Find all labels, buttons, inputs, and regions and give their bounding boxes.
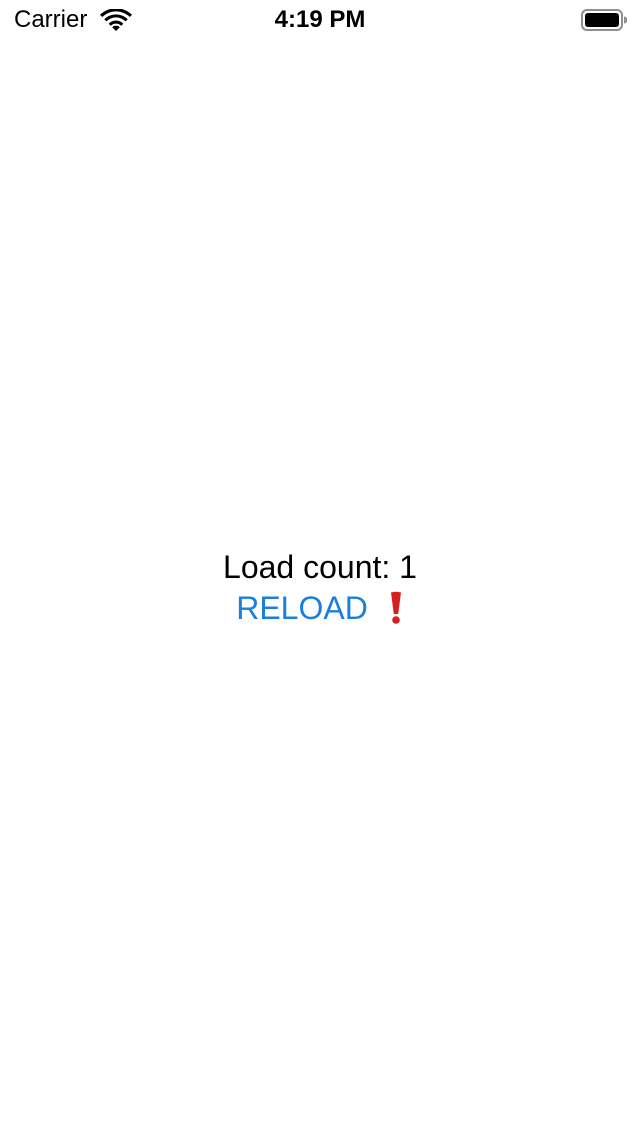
battery-icon [581,9,627,31]
reload-row: RELOAD [236,587,404,629]
content-center: Load count: 1 RELOAD [0,547,640,629]
load-count-label: Load count: 1 [223,549,417,585]
status-time: 4:19 PM [274,6,366,33]
exclamation-icon [390,591,401,624]
status-bar: Carrier 4:19 PM [0,0,640,40]
reload-button[interactable]: RELOAD [236,588,368,628]
